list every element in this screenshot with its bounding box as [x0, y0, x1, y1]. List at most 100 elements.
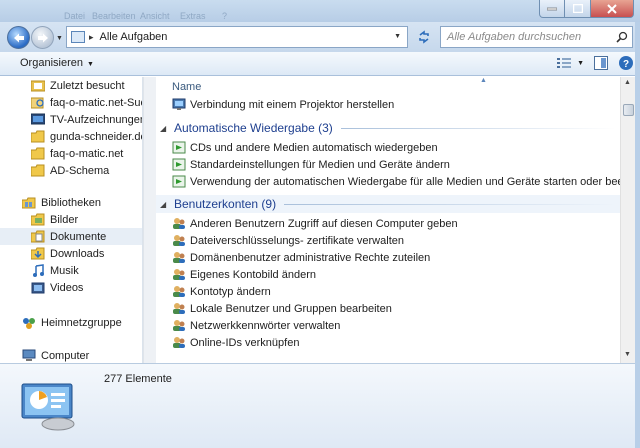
folder-icon [31, 130, 45, 143]
list-item[interactable]: Kontotyp ändern [172, 283, 271, 300]
forward-button[interactable] [31, 26, 54, 49]
search-box[interactable]: Alle Aufgaben durchsuchen [440, 26, 633, 48]
search-input[interactable]: Alle Aufgaben durchsuchen [447, 31, 612, 43]
help-icon[interactable]: ? [618, 55, 634, 71]
list-item[interactable]: Eigenes Kontobild ändern [172, 266, 316, 283]
list-item[interactable]: Netzwerkkennwörter verwalten [172, 317, 340, 334]
nav-item-search-folder[interactable]: faq-o-matic.net-Suche [0, 94, 142, 111]
ghost-menu-help: ? [222, 11, 228, 21]
collapse-icon[interactable]: ◢ [160, 200, 170, 209]
group-title: Benutzerkonten (9) [174, 197, 277, 211]
user-accounts-icon [173, 286, 185, 297]
nav-item-downloads[interactable]: Downloads [0, 245, 142, 262]
nav-item-label: Dokumente [50, 230, 107, 243]
nav-item-homegroup[interactable]: Heimnetzgruppe [0, 314, 142, 331]
scroll-down-icon[interactable]: ▼ [624, 351, 631, 358]
address-dropdown-icon[interactable]: ▼ [394, 33, 401, 40]
content-scrollbar[interactable]: ▲ ▼ [620, 77, 635, 363]
item-label: Eigenes Kontobild ändern [190, 268, 316, 281]
refresh-button[interactable] [412, 26, 436, 48]
group-divider [340, 127, 616, 129]
item-label: CDs und andere Medien automatisch wieder… [190, 141, 438, 154]
back-button[interactable] [7, 26, 30, 49]
navigation-pane-scrollbar[interactable] [143, 77, 156, 363]
nav-item-tv[interactable]: TV-Aufzeichnungen [0, 111, 142, 128]
videos-icon [31, 282, 45, 294]
close-icon [607, 3, 617, 14]
nav-item-label: Heimnetzgruppe [41, 316, 122, 329]
list-item[interactable]: Domänenbenutzer administrative Rechte zu… [172, 249, 430, 266]
group-header-user-accounts[interactable]: ◢ Benutzerkonten (9) [156, 195, 620, 213]
nav-item-folder[interactable]: AD-Schema [0, 162, 142, 179]
close-button[interactable] [591, 0, 634, 18]
pictures-icon [31, 213, 45, 226]
ghost-menu-file: Datei [64, 11, 86, 21]
nav-item-label: faq-o-matic.net [50, 147, 124, 160]
folder-icon [31, 147, 45, 160]
breadcrumb-current[interactable]: Alle Aufgaben [100, 31, 168, 43]
maximize-button[interactable] [565, 0, 591, 18]
user-accounts-icon [173, 235, 185, 246]
list-item[interactable]: Online-IDs verknüpfen [172, 334, 299, 351]
autoplay-icon [172, 158, 186, 171]
command-bar: Organisieren ▼ ▼ ? [0, 52, 640, 76]
collapse-icon[interactable]: ◢ [160, 124, 170, 133]
window-controls [539, 0, 634, 18]
scroll-up-icon[interactable]: ▲ [624, 79, 631, 86]
column-header-name[interactable]: Name [172, 81, 201, 93]
nav-item-videos[interactable]: Videos [0, 279, 142, 296]
item-label: Lokale Benutzer und Gruppen bearbeiten [190, 302, 392, 315]
user-accounts-icon [173, 320, 185, 331]
documents-icon [31, 230, 45, 243]
nav-item-music[interactable]: Musik [0, 262, 142, 279]
maximize-icon [572, 4, 583, 13]
window-border [635, 22, 640, 448]
change-view-button[interactable]: ▼ [557, 57, 584, 69]
recent-pages-dropdown[interactable]: ▼ [56, 35, 63, 42]
svg-text:?: ? [623, 59, 629, 70]
list-item[interactable]: Dateiverschlüsselungs- zertifikate verwa… [172, 232, 404, 249]
list-item[interactable]: CDs und andere Medien automatisch wieder… [172, 139, 438, 156]
navigation-bar: ▼ ▸ Alle Aufgaben ▼ Alle Aufgaben durchs… [0, 22, 640, 52]
group-header-autoplay[interactable]: ◢ Automatische Wiedergabe (3) [156, 119, 620, 137]
list-item[interactable]: Anderen Benutzern Zugriff auf diesen Com… [172, 215, 458, 232]
minimize-button[interactable] [539, 0, 565, 18]
control-panel-icon [71, 31, 85, 43]
breadcrumb-separator[interactable]: ▸ [89, 32, 94, 43]
nav-item-label: Musik [50, 264, 79, 277]
homegroup-icon [23, 318, 35, 329]
nav-item-label: faq-o-matic.net-Suche [50, 96, 142, 109]
nav-item-folder[interactable]: gunda-schneider.de [0, 128, 142, 145]
nav-item-label: Downloads [50, 247, 105, 260]
list-item[interactable]: Lokale Benutzer und Gruppen bearbeiten [172, 300, 392, 317]
nav-item-recent[interactable]: Zuletzt besucht [0, 77, 142, 94]
item-label: Kontotyp ändern [190, 285, 271, 298]
nav-item-documents[interactable]: Dokumente [0, 228, 142, 245]
item-label: Verwendung der automatischen Wiedergabe … [190, 175, 620, 188]
list-item[interactable]: Standardeinstellungen für Medien und Ger… [172, 156, 450, 173]
title-bar: Datei Bearbeiten Ansicht Extras ? [0, 0, 640, 22]
address-bar[interactable]: ▸ Alle Aufgaben ▼ [66, 26, 408, 48]
refresh-icon [419, 30, 429, 44]
list-item[interactable]: Verbindung mit einem Projektor herstelle… [172, 96, 394, 113]
navigation-pane: Zuletzt besucht faq-o-matic.net-Suche TV… [0, 77, 143, 363]
search-icon[interactable] [612, 31, 632, 43]
scrollbar-thumb[interactable] [623, 104, 634, 116]
nav-item-computer[interactable]: Computer [0, 347, 142, 363]
list-item[interactable]: Verwendung der automatischen Wiedergabe … [172, 173, 620, 190]
item-label: Dateiverschlüsselungs- zertifikate verwa… [190, 234, 404, 247]
ghost-menu-view: Ansicht [140, 11, 170, 21]
view-dropdown-icon[interactable]: ▼ [577, 60, 584, 67]
arrow-left-icon [13, 33, 24, 42]
preview-pane-icon[interactable] [594, 56, 608, 70]
group-title: Automatische Wiedergabe (3) [174, 121, 333, 135]
item-label: Anderen Benutzern Zugriff auf diesen Com… [190, 217, 458, 230]
nav-item-label: Computer [41, 349, 90, 362]
nav-item-pictures[interactable]: Bilder [0, 211, 142, 228]
organize-button[interactable]: Organisieren ▼ [20, 57, 94, 69]
nav-item-libraries[interactable]: Bibliotheken [0, 194, 142, 211]
autoplay-icon [172, 141, 186, 154]
nav-item-label: Videos [50, 281, 84, 294]
nav-item-label: Zuletzt besucht [50, 79, 125, 92]
nav-item-folder[interactable]: faq-o-matic.net [0, 145, 142, 162]
